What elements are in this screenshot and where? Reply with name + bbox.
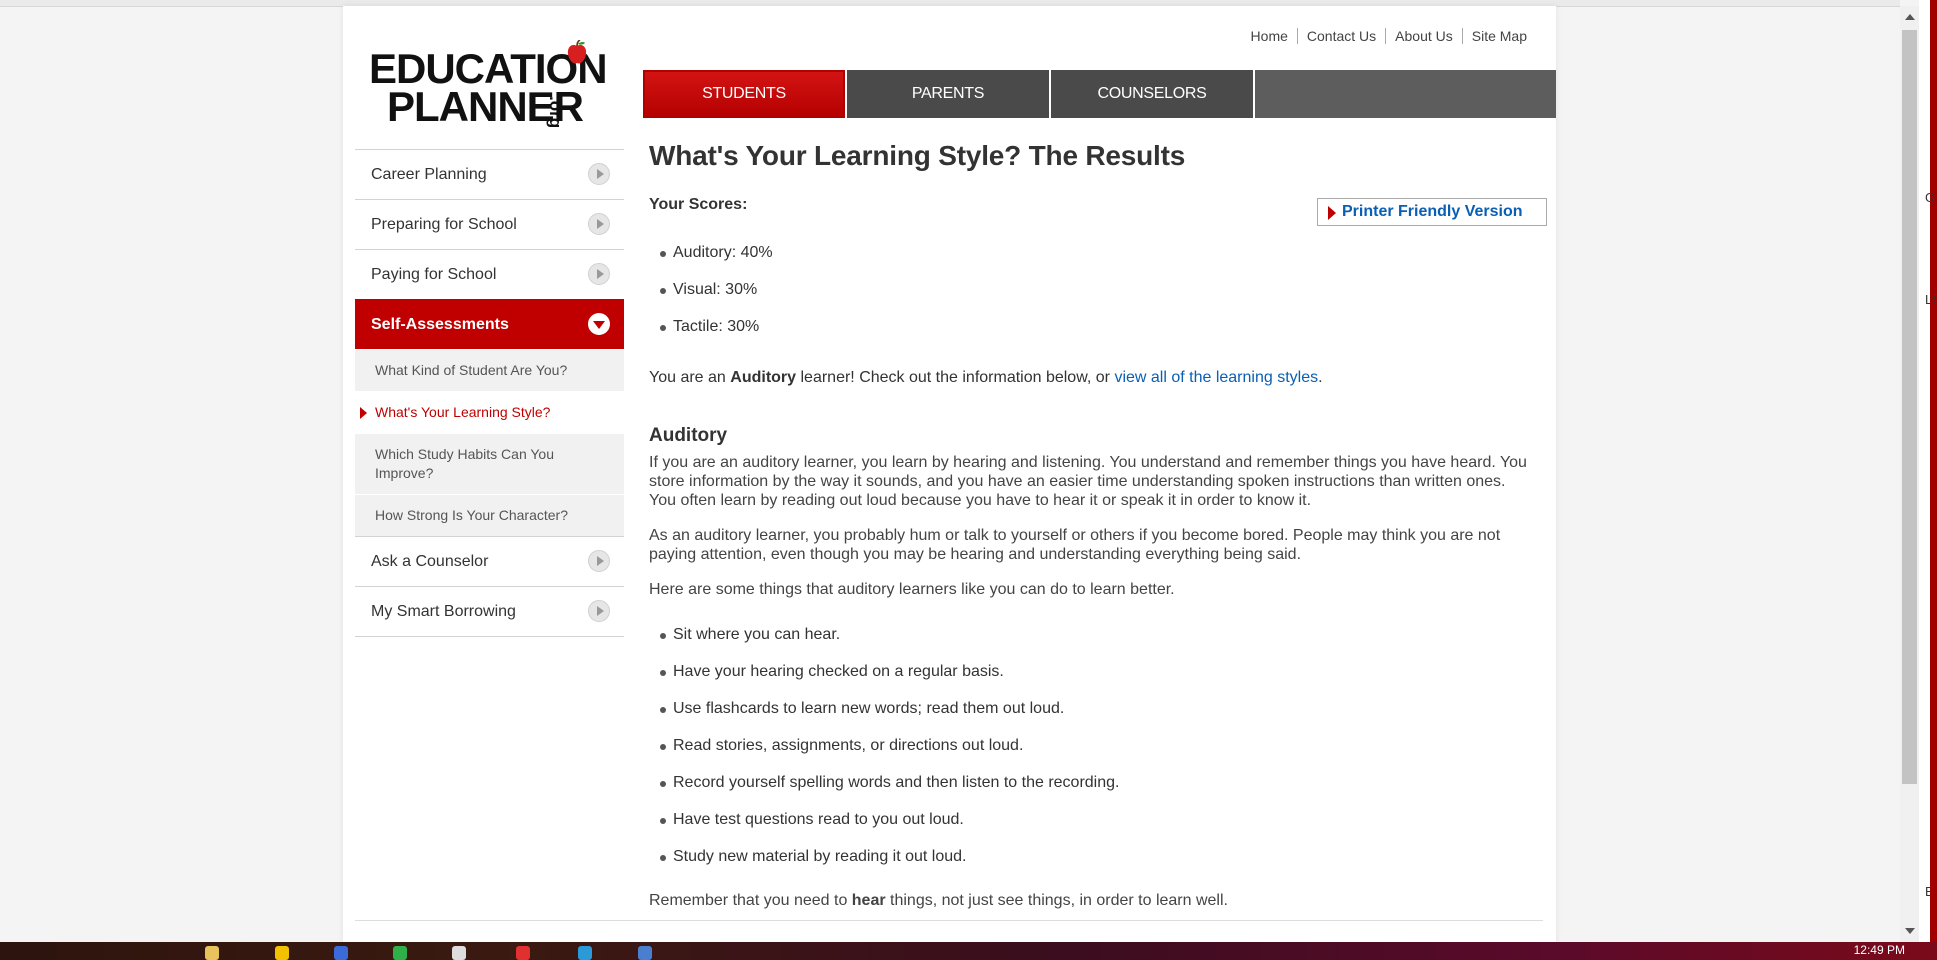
- sidebar-item-career-planning[interactable]: Career Planning: [355, 149, 624, 199]
- audience-tabs: STUDENTS PARENTS COUNSELORS: [643, 70, 1556, 118]
- nav-about-link[interactable]: About Us: [1385, 28, 1462, 44]
- subnav-item-study-habits[interactable]: Which Study Habits Can You Improve?: [355, 433, 624, 494]
- learner-result-text: You are an Auditory learner! Check out t…: [649, 369, 1323, 387]
- chevron-right-icon: [588, 163, 610, 185]
- app-icon[interactable]: [393, 946, 407, 960]
- footer-divider: [355, 920, 1543, 921]
- tip-item: Record yourself spelling words and then …: [649, 774, 1119, 811]
- sidebar-item-paying-for-school[interactable]: Paying for School: [355, 249, 624, 299]
- chevron-right-icon: [588, 213, 610, 235]
- scrollbar-thumb[interactable]: [1902, 30, 1917, 784]
- sidebar-item-label: Paying for School: [371, 265, 497, 283]
- tip-item: Read stories, assignments, or directions…: [649, 737, 1119, 774]
- apple-icon: [567, 40, 587, 64]
- tips-list: Sit where you can hear. Have your hearin…: [649, 626, 1119, 885]
- vertical-scrollbar[interactable]: [1900, 6, 1919, 942]
- nav-home-link[interactable]: Home: [1242, 28, 1297, 44]
- closing-prefix: Remember that you need to: [649, 892, 852, 909]
- edge-red-strip: [1930, 0, 1937, 942]
- learner-mid: learner! Check out the information below…: [796, 369, 1115, 386]
- app-icon[interactable]: [334, 946, 348, 960]
- sidebar-nav: Career Planning Preparing for School Pay…: [355, 149, 624, 637]
- scroll-down-icon[interactable]: [1905, 928, 1915, 934]
- tip-item: Sit where you can hear.: [649, 626, 1119, 663]
- closing-bold: hear: [851, 892, 886, 909]
- learner-prefix: You are an: [649, 369, 731, 386]
- main-content: What's Your Learning Style? The Results …: [649, 140, 1547, 909]
- app-icon[interactable]: [205, 946, 219, 960]
- tab-parents[interactable]: PARENTS: [847, 70, 1051, 118]
- sidebar-item-smart-borrowing[interactable]: My Smart Borrowing: [355, 586, 624, 636]
- sidebar-item-label: My Smart Borrowing: [371, 602, 516, 620]
- sidebar-item-label: Career Planning: [371, 165, 487, 183]
- paragraph-1: If you are an auditory learner, you lear…: [649, 454, 1527, 509]
- page-title: What's Your Learning Style? The Results: [649, 140, 1186, 171]
- app-icon[interactable]: [638, 946, 652, 960]
- edge-text: LS: [1925, 292, 1937, 307]
- score-item-tactile: Tactile: 30%: [649, 318, 773, 355]
- learner-end: .: [1318, 369, 1323, 386]
- chevron-right-icon: [588, 550, 610, 572]
- printer-friendly-button[interactable]: Printer Friendly Version: [1317, 198, 1547, 226]
- app-icon[interactable]: [578, 946, 592, 960]
- os-taskbar: 12:49 PM: [0, 942, 1937, 960]
- chevron-down-icon: [588, 313, 610, 335]
- closing-suffix: things, not just see things, in order to…: [885, 892, 1228, 909]
- taskbar-clock[interactable]: 12:49 PM: [1854, 943, 1905, 957]
- score-item-auditory: Auditory: 40%: [649, 244, 773, 281]
- logo-suffix: .org: [546, 96, 565, 129]
- chevron-right-icon: [588, 263, 610, 285]
- subnav-item-student-kind[interactable]: What Kind of Student Are You?: [355, 349, 624, 391]
- tab-students[interactable]: STUDENTS: [643, 70, 847, 118]
- page-container: EDUCATION PLANNER .org Home Contact Us A…: [343, 6, 1556, 942]
- app-icon[interactable]: [452, 946, 466, 960]
- scores-label: Your Scores:: [649, 196, 748, 213]
- tip-item: Use flashcards to learn new words; read …: [649, 700, 1119, 737]
- learner-type: Auditory: [730, 369, 797, 386]
- app-icon[interactable]: [516, 946, 530, 960]
- scores-list: Auditory: 40% Visual: 30% Tactile: 30%: [649, 244, 773, 355]
- tip-item: Study new material by reading it out lou…: [649, 848, 1119, 885]
- sidebar-item-label: Preparing for School: [371, 215, 517, 233]
- scroll-up-icon[interactable]: [1905, 14, 1915, 20]
- site-logo[interactable]: EDUCATION PLANNER .org: [369, 40, 609, 130]
- sidebar-item-preparing-for-school[interactable]: Preparing for School: [355, 199, 624, 249]
- view-all-styles-link[interactable]: view all of the learning styles: [1114, 369, 1318, 386]
- sidebar-divider: [355, 636, 624, 637]
- app-icon[interactable]: [275, 946, 289, 960]
- edge-text: G: [1925, 190, 1936, 205]
- nav-contact-link[interactable]: Contact Us: [1296, 28, 1385, 44]
- nav-sitemap-link[interactable]: Site Map: [1461, 28, 1536, 44]
- paragraph-2: As an auditory learner, you probably hum…: [649, 527, 1501, 563]
- sidebar-item-self-assessments[interactable]: Self-Assessments: [355, 299, 624, 349]
- score-item-visual: Visual: 30%: [649, 281, 773, 318]
- subnav-item-character[interactable]: How Strong Is Your Character?: [355, 494, 624, 536]
- tab-counselors[interactable]: COUNSELORS: [1051, 70, 1255, 118]
- closing-text: Remember that you need to hear things, n…: [649, 892, 1228, 910]
- sidebar-item-ask-counselor[interactable]: Ask a Counselor: [355, 536, 624, 586]
- section-title: Auditory: [649, 425, 728, 446]
- adjacent-window-edge: G LS E: [1919, 0, 1937, 942]
- chevron-right-icon: [588, 600, 610, 622]
- paragraph-3: Here are some things that auditory learn…: [649, 581, 1175, 598]
- utility-nav: Home Contact Us About Us Site Map: [1242, 28, 1536, 44]
- subnav-item-learning-style[interactable]: What's Your Learning Style?: [355, 391, 624, 433]
- tip-item: Have your hearing checked on a regular b…: [649, 663, 1119, 700]
- tip-item: Have test questions read to you out loud…: [649, 811, 1119, 848]
- edge-text: E: [1925, 884, 1934, 899]
- sidebar-item-label: Ask a Counselor: [371, 552, 489, 570]
- sidebar-item-label: Self-Assessments: [371, 315, 509, 333]
